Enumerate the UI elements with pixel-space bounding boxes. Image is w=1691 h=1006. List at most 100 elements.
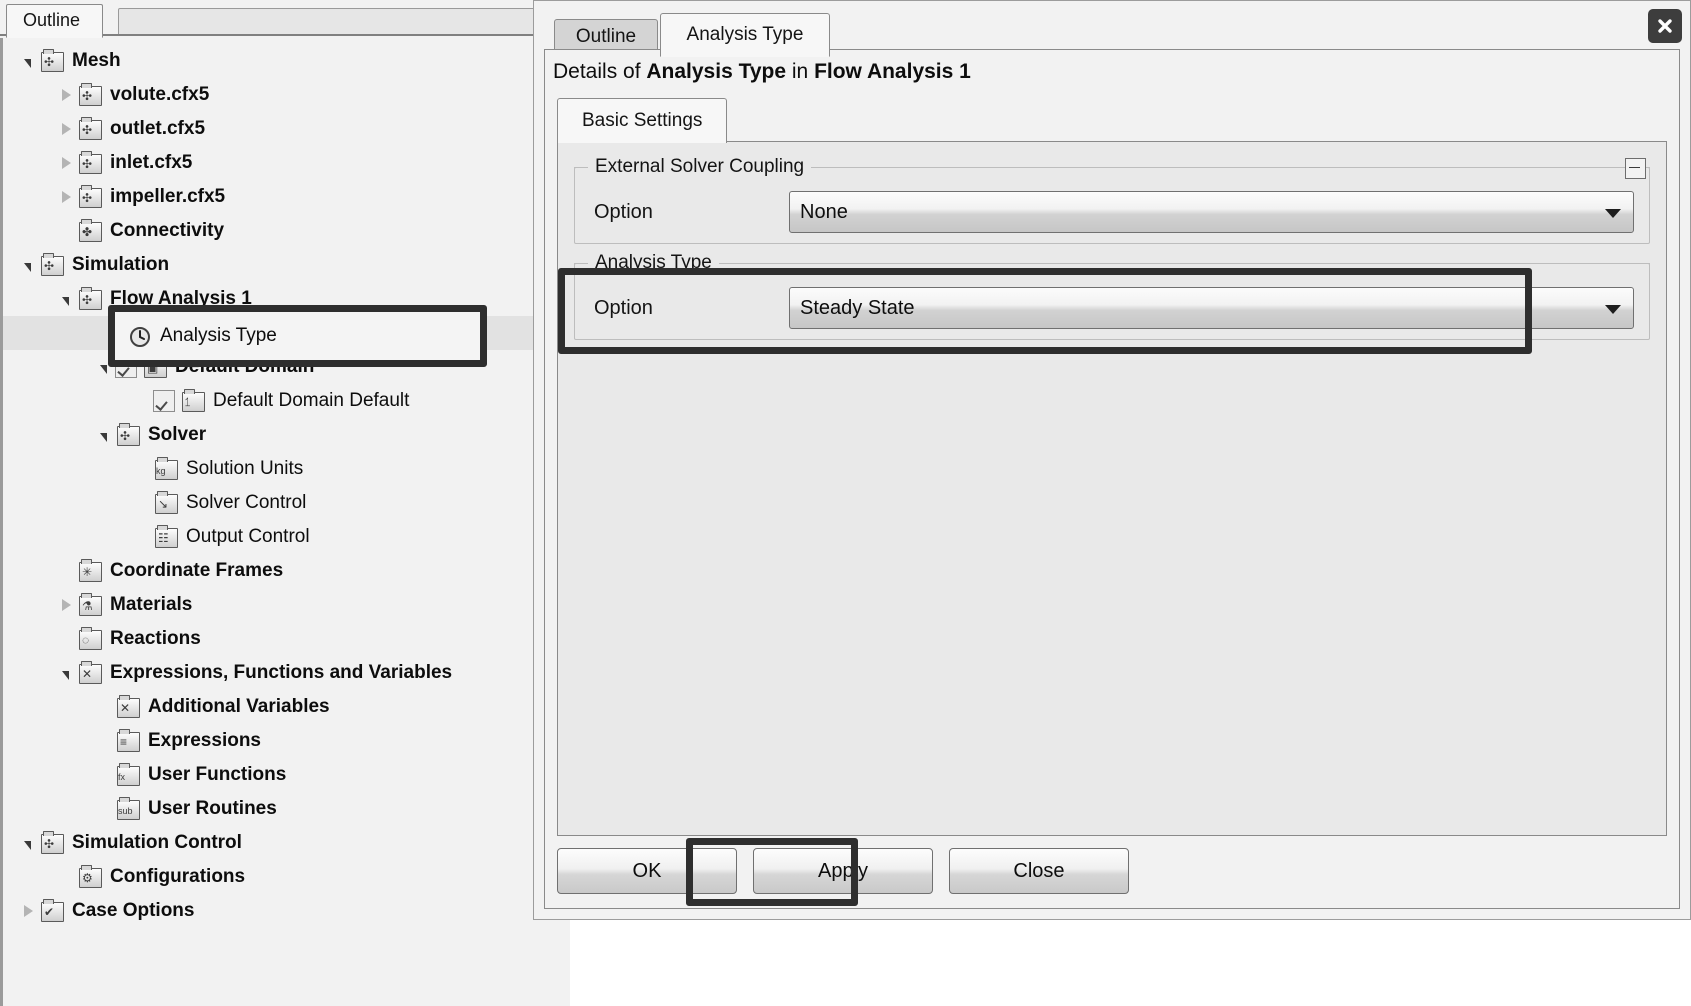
additional-variables-icon: ✕ (115, 694, 141, 720)
coordinate-frames-icon: ✳ (77, 558, 103, 584)
tree-item-coordinate-frames[interactable]: ✳ Coordinate Frames (3, 554, 570, 588)
dialog-button-bar: OK Apply Close (557, 842, 1667, 900)
tree-item-materials[interactable]: ⚗ Materials (3, 588, 570, 622)
tree-item-outlet-cfx5[interactable]: ✣ outlet.cfx5 (3, 112, 570, 146)
expressions-folder-icon: ≡ (115, 728, 141, 754)
tree-item-label: Output Control (186, 526, 310, 547)
materials-icon: ⚗ (77, 592, 103, 618)
field-row-analysis-option: Option Steady State (574, 285, 1650, 331)
tree-expander-closed-icon[interactable] (55, 180, 77, 214)
tab-basic-settings[interactable]: Basic Settings (557, 98, 728, 143)
mesh-folder-icon: ✣ (39, 48, 65, 74)
user-routines-icon: sub (115, 796, 141, 822)
external-solver-option-dropdown[interactable]: None (789, 191, 1634, 233)
group-label-external-solver-coupling: External Solver Coupling (588, 156, 812, 178)
tree-item-label: Coordinate Frames (110, 560, 284, 581)
tree-expander-open-icon[interactable] (17, 826, 39, 860)
tree-item-label: Reactions (110, 628, 201, 649)
tree-item-reactions[interactable]: ◌ Reactions (3, 622, 570, 656)
tree-item-label: Analysis Type (148, 322, 265, 343)
tree-item-impeller-cfx5[interactable]: ✣ impeller.cfx5 (3, 180, 570, 214)
solver-folder-icon: ✣ (115, 422, 141, 448)
tree-item-expressions[interactable]: ≡ Expressions (3, 724, 570, 758)
tree-item-label: Expressions, Functions and Variables (110, 662, 453, 683)
details-title-entity: Analysis Type (646, 60, 787, 83)
tree-item-solver-control[interactable]: ↘ Solver Control (3, 486, 570, 520)
collapse-minus-icon[interactable] (1625, 158, 1646, 179)
domain-icon: ▣ (142, 354, 168, 380)
tree-expander-spacer (55, 860, 77, 894)
reactions-icon: ◌ (77, 626, 103, 652)
tree-expander-spacer (93, 758, 115, 792)
group-label-analysis-type: Analysis Type (588, 252, 719, 274)
tree-item-additional-variables[interactable]: ✕ Additional Variables (3, 690, 570, 724)
solution-units-icon: kg (153, 456, 179, 482)
tree-expander-spacer (93, 690, 115, 724)
configurations-icon: ⚙ (77, 864, 103, 890)
close-button[interactable]: Close (949, 848, 1129, 894)
clock-icon (115, 320, 141, 346)
tree-item-label: Case Options (72, 900, 195, 921)
tree-item-analysis-type[interactable]: Analysis Type (3, 316, 570, 350)
group-analysis-type: Analysis Type Option Steady State (574, 252, 1650, 340)
tree-item-label: Solver (148, 424, 207, 445)
tree-expander-spacer (131, 486, 153, 520)
ok-button[interactable]: OK (557, 848, 737, 894)
analysis-type-option-value: Steady State (800, 296, 915, 319)
tree-expander-open-icon[interactable] (17, 44, 39, 78)
settings-panel: External Solver Coupling Option None Ana… (557, 141, 1667, 836)
outline-panel: Outline ✣ Mesh ✣ volute.cfx5 ✣ outlet.cfx5 ✣ in… (0, 0, 570, 1006)
tree-item-label: Expressions (148, 730, 261, 751)
tree-item-user-routines[interactable]: sub User Routines (3, 792, 570, 826)
tree-item-case-options[interactable]: ✔ Case Options (3, 894, 570, 928)
tree-item-flow-analysis-1[interactable]: ✣ Flow Analysis 1 (3, 282, 570, 316)
tree-item-inlet-cfx5[interactable]: ✣ inlet.cfx5 (3, 146, 570, 180)
tree-item-solution-units[interactable]: kg Solution Units (3, 452, 570, 486)
tree-item-label: outlet.cfx5 (110, 118, 206, 139)
tree-item-output-control[interactable]: ☷ Output Control (3, 520, 570, 554)
tab-analysis-type[interactable]: Analysis Type (660, 13, 830, 57)
tree-item-volute-cfx5[interactable]: ✣ volute.cfx5 (3, 78, 570, 112)
tree-item-label: Connectivity (110, 220, 225, 241)
tree-expander-open-icon[interactable] (17, 248, 39, 282)
tree-item-checkbox[interactable] (153, 390, 175, 412)
tree-item-mesh[interactable]: ✣ Mesh (3, 44, 570, 78)
tree-item-configurations[interactable]: ⚙ Configurations (3, 860, 570, 894)
tree-expander-spacer (131, 520, 153, 554)
outline-tab-strip-filler (118, 8, 568, 36)
tree-item-checkbox[interactable] (115, 356, 137, 378)
tree-item-expressions-functions-and-variables[interactable]: ✕ Expressions, Functions and Variables (3, 656, 570, 690)
tree-item-label: User Routines (148, 798, 277, 819)
chevron-down-icon (1605, 305, 1621, 314)
apply-button[interactable]: Apply (753, 848, 933, 894)
user-functions-icon: fx (115, 762, 141, 788)
close-icon[interactable] (1648, 9, 1682, 43)
mesh-folder-icon: ✣ (77, 82, 103, 108)
tree-item-label: Solver Control (186, 492, 307, 513)
tab-outline[interactable]: Outline (6, 4, 104, 38)
tree-expander-closed-icon[interactable] (55, 588, 77, 622)
tree-item-user-functions[interactable]: fx User Functions (3, 758, 570, 792)
connectivity-icon: ✤ (77, 218, 103, 244)
details-window: Outline Analysis Type Details of Analysi… (533, 0, 1691, 920)
tree-expander-open-icon[interactable] (93, 418, 115, 452)
tree-expander-closed-icon[interactable] (55, 146, 77, 180)
tree-expander-open-icon[interactable] (55, 282, 77, 316)
flow-analysis-folder-icon: ✣ (77, 286, 103, 312)
tree-item-connectivity[interactable]: ✤ Connectivity (3, 214, 570, 248)
tree-item-simulation[interactable]: ✣ Simulation (3, 248, 570, 282)
tree-item-solver[interactable]: ✣ Solver (3, 418, 570, 452)
tree-expander-closed-icon[interactable] (55, 112, 77, 146)
boundary-icon: ⥠ (180, 388, 206, 414)
tree-item-default-domain[interactable]: ▣ Default Domain (3, 350, 570, 384)
outline-tree[interactable]: ✣ Mesh ✣ volute.cfx5 ✣ outlet.cfx5 ✣ inlet.cfx5… (0, 38, 570, 1006)
tree-expander-closed-icon[interactable] (55, 78, 77, 112)
tree-expander-closed-icon[interactable] (17, 894, 39, 928)
tree-expander-open-icon[interactable] (93, 350, 115, 384)
tree-item-default-domain-default[interactable]: ⥠ Default Domain Default (3, 384, 570, 418)
tree-expander-open-icon[interactable] (55, 656, 77, 690)
tree-item-simulation-control[interactable]: ✣ Simulation Control (3, 826, 570, 860)
tree-item-label: Simulation Control (72, 832, 242, 853)
tree-item-label: volute.cfx5 (110, 84, 210, 105)
analysis-type-option-dropdown[interactable]: Steady State (789, 287, 1634, 329)
